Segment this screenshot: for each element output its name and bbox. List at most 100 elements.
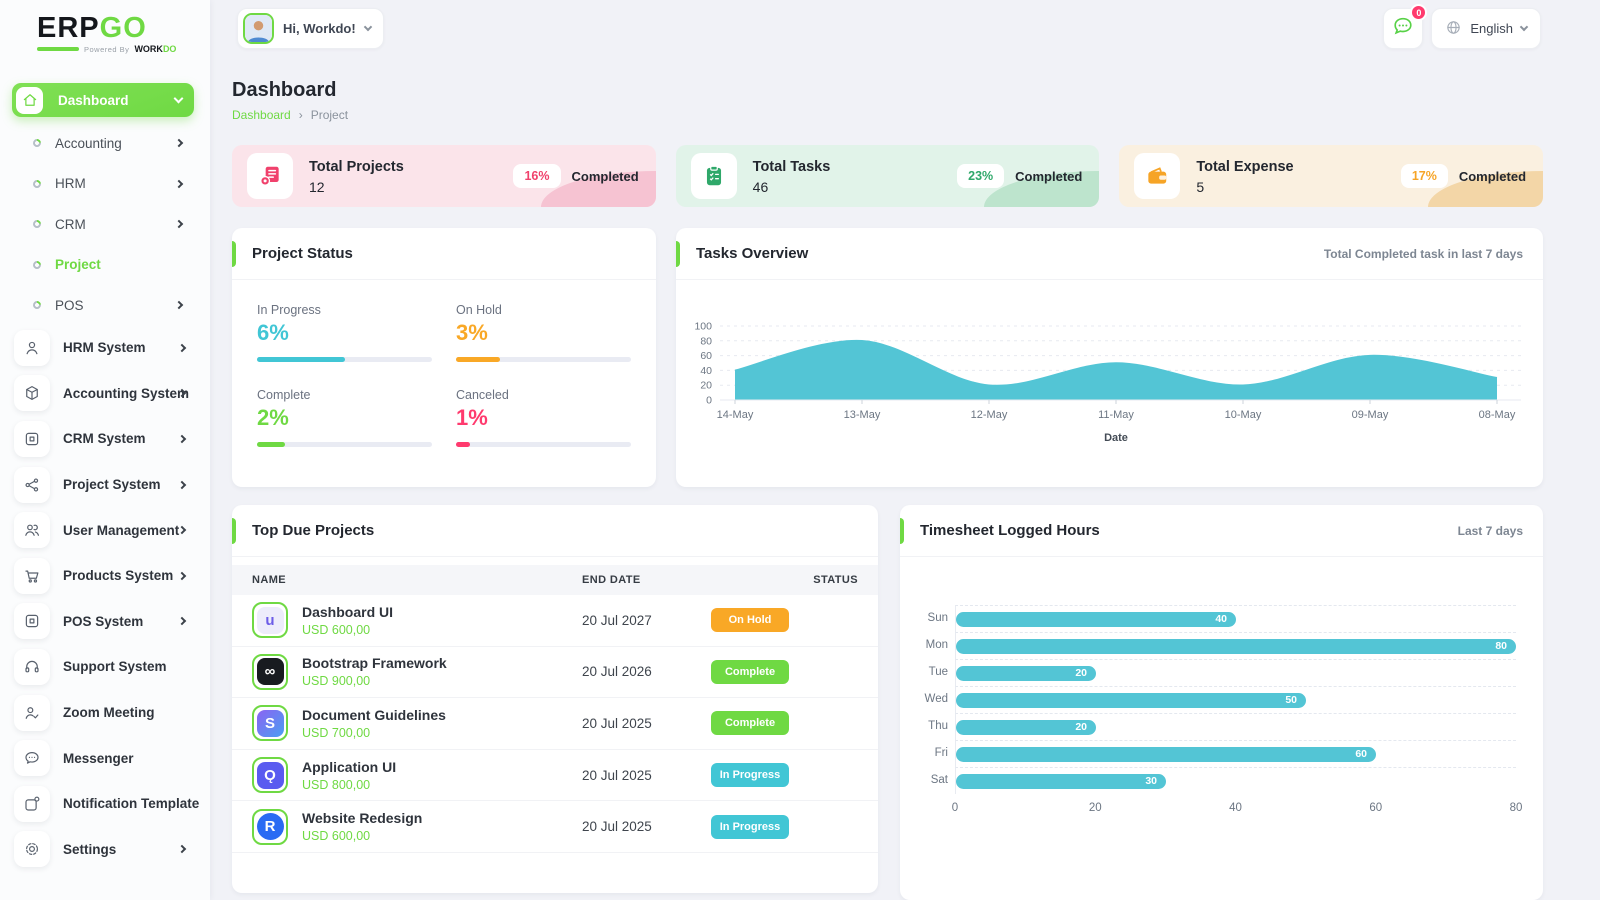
svg-text:60: 60 <box>700 350 712 362</box>
timesheet-bar-chart: Sun 40 Mon 80 Tue 20 Wed 50 Thu 20 Fri 60 Sat 30 0 20 40… <box>920 605 1522 822</box>
dashboard-submenu: Accounting HRM CRM Project POS <box>0 123 210 326</box>
svg-text:10-May: 10-May <box>1225 409 1262 421</box>
tasks-icon <box>690 153 737 199</box>
cart-icon <box>14 557 50 594</box>
completed-label: Completed <box>1458 168 1527 184</box>
card-title: Total Expense <box>1196 158 1294 175</box>
page-title: Dashboard <box>232 79 337 101</box>
home-icon <box>23 94 36 106</box>
brand-logo[interactable]: ERPGO Powered By WORKDO <box>0 0 210 54</box>
svg-text:20: 20 <box>700 380 712 392</box>
project-price: USD 800,00 <box>302 777 371 792</box>
project-name: Bootstrap Framework <box>302 655 447 672</box>
status-badge: In Progress <box>711 763 789 788</box>
breadcrumb-current: Project <box>310 108 349 122</box>
timesheet-panel: Timesheet Logged Hours Last 7 days Sun 40… <box>900 505 1543 900</box>
chevron-down-icon <box>363 22 372 32</box>
project-price: USD 600,00 <box>302 829 371 844</box>
bar <box>956 611 1236 627</box>
sidebar-item-pos[interactable]: POS <box>0 285 210 326</box>
breadcrumb-home-link[interactable]: Dashboard <box>232 108 291 122</box>
bullet-icon <box>31 137 43 149</box>
sidebar-item-project-system[interactable]: Project System <box>0 462 210 508</box>
logo-subtitle: Powered By WORKDO <box>37 44 210 54</box>
table-row[interactable]: Ǫ Application UI USD 800,00 20 Jul 2025 In P… <box>232 750 878 802</box>
sidebar-item-pos-system[interactable]: POS System <box>0 599 210 645</box>
progress-fill <box>456 442 470 447</box>
sidebar-item-hrm-system[interactable]: HRM System <box>0 325 210 371</box>
projects-icon <box>260 166 279 186</box>
globe-icon <box>1447 20 1461 34</box>
status-item-in-progress: In Progress 6% <box>257 303 432 362</box>
chevron-right-icon <box>177 343 187 353</box>
card-value: 5 <box>1196 178 1205 195</box>
sidebar-item-accounting[interactable]: Accounting <box>0 123 210 164</box>
gear-icon <box>14 831 50 868</box>
users-icon <box>25 524 39 537</box>
card-value: 46 <box>752 178 769 195</box>
svg-text:08-May: 08-May <box>1479 409 1516 421</box>
table-row[interactable]: u Dashboard UI USD 600,00 20 Jul 2027 On Hol… <box>232 595 878 647</box>
bullet-icon <box>31 178 43 190</box>
sidebar-item-notification-template[interactable]: Notification Template <box>0 781 210 827</box>
panel-subtitle: Total Completed task in last 7 days <box>1323 246 1523 261</box>
sidebar-item-products-system[interactable]: Products System <box>0 553 210 599</box>
sidebar-item-messenger[interactable]: Messenger <box>0 735 210 781</box>
bar-value-label: 20 <box>1075 666 1087 679</box>
sidebar-item-settings[interactable]: Settings <box>0 827 210 873</box>
svg-text:100: 100 <box>694 321 712 333</box>
users-icon <box>14 512 50 549</box>
user-menu-button[interactable]: Hi, Workdo! <box>237 8 384 49</box>
chevron-right-icon <box>174 179 184 188</box>
status-item-canceled: Canceled 1% <box>456 388 631 447</box>
bar-value-label: 20 <box>1075 720 1087 733</box>
sidebar-item-label: Dashboard <box>58 92 129 108</box>
avatar-image <box>245 15 272 42</box>
sidebar-item-zoom-meeting[interactable]: Zoom Meeting <box>0 690 210 736</box>
progress-fill <box>257 442 285 447</box>
x-axis-title: Date <box>1104 432 1128 444</box>
chat-icon <box>25 752 39 764</box>
svg-text:0: 0 <box>706 395 712 407</box>
project-end-date: 20 Jul 2025 <box>582 819 652 835</box>
display-icon <box>25 615 39 628</box>
language-selector[interactable]: English <box>1431 8 1541 49</box>
sidebar-item-crm-system[interactable]: CRM System <box>0 416 210 462</box>
percent-badge: 17% <box>1400 164 1448 188</box>
bar-row-thu: Thu 20 <box>920 713 1516 740</box>
completed-label: Completed <box>571 168 639 184</box>
share-icon <box>14 466 50 503</box>
bar-track: 30 <box>955 767 1516 794</box>
cart-icon <box>25 570 39 583</box>
project-price: USD 700,00 <box>302 725 371 740</box>
sidebar-item-accounting-system[interactable]: Accounting System <box>0 371 210 417</box>
status-badge: Complete <box>711 711 789 736</box>
sidebar-item-user-management[interactable]: User Management <box>0 507 210 553</box>
title-accent-bar <box>232 241 236 267</box>
table-row[interactable]: ∞ Bootstrap Framework USD 900,00 20 Jul 202… <box>232 647 878 699</box>
sidebar-item-dashboard[interactable]: Dashboard <box>12 83 194 117</box>
table-row[interactable]: S Document Guidelines USD 700,00 20 Jul 202… <box>232 698 878 750</box>
table-header: NAME END DATE STATUS <box>232 565 878 595</box>
sidebar-item-hrm[interactable]: HRM <box>0 164 210 205</box>
column-header-name: NAME <box>252 574 286 586</box>
project-logo: R <box>252 808 288 845</box>
chevron-right-icon <box>177 845 187 854</box>
project-end-date: 20 Jul 2027 <box>582 612 652 628</box>
project-price: USD 600,00 <box>302 622 371 637</box>
messages-button[interactable]: 0 <box>1383 4 1428 49</box>
project-name: Dashboard UI <box>302 603 394 620</box>
table-row[interactable]: R Website Redesign USD 600,00 20 Jul 2025 In… <box>232 801 878 853</box>
bar-row-sat: Sat 30 <box>920 767 1516 794</box>
sidebar-item-project[interactable]: Project <box>0 245 210 286</box>
sidebar-item-crm[interactable]: CRM <box>0 204 210 245</box>
tasks-icon <box>706 165 721 186</box>
stat-cards: Total Projects 12 16% Completed Total Tasks 4… <box>232 145 1544 207</box>
panel-title: Project Status <box>252 245 353 262</box>
project-logo: u <box>252 602 288 639</box>
column-header-status: STATUS <box>813 574 858 586</box>
svg-text:09-May: 09-May <box>1352 409 1389 421</box>
sidebar-item-support-system[interactable]: Support System <box>0 644 210 690</box>
bar-row-wed: Wed 50 <box>920 686 1516 713</box>
language-label: English <box>1470 21 1513 36</box>
